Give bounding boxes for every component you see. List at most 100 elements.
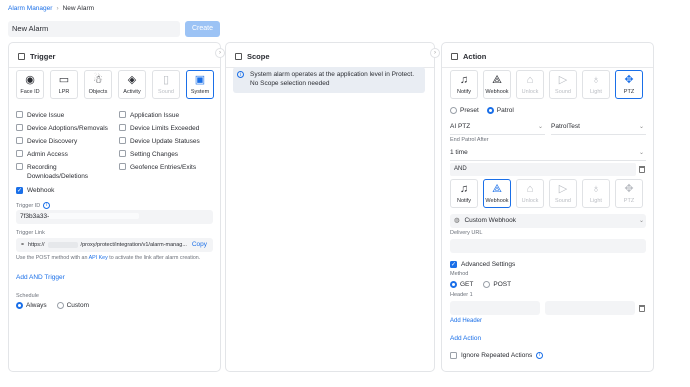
divider <box>442 67 653 68</box>
preset-label: Preset <box>460 107 479 114</box>
method-post-radio[interactable]: POST <box>483 281 511 288</box>
ignore-repeated-checkbox[interactable]: Ignore Repeated Actions i <box>450 352 544 359</box>
radio-icon <box>56 302 64 309</box>
option-label: Device Adoptions/Removals <box>27 125 108 132</box>
tile-lpr[interactable]: ▭ LPR <box>50 70 78 99</box>
tile-webhook[interactable]: ⟁ Webhook <box>483 70 511 99</box>
option-geofence-entries-exits[interactable]: Geofence Entries/Exits <box>119 163 214 172</box>
tile-sound: ▷ Sound <box>549 179 577 208</box>
create-button[interactable]: Create <box>185 21 220 37</box>
copy-button[interactable]: Copy <box>192 238 207 252</box>
checkbox-icon <box>16 137 23 144</box>
patrol-radio[interactable]: Patrol <box>486 107 514 114</box>
and-connector: AND <box>450 163 636 176</box>
trigger-icon <box>18 53 25 60</box>
webhook-icon: ⟁ <box>492 183 502 195</box>
chevron-down-icon: ⌄ <box>638 218 644 224</box>
option-device-limits-exceeded[interactable]: Device Limits Exceeded <box>119 124 214 133</box>
method-get-radio[interactable]: GET <box>450 281 473 288</box>
camera-select[interactable]: AI PTZ ⌄ <box>450 120 545 135</box>
action-header: Action <box>451 52 486 61</box>
trigger-id-field[interactable]: 7f3b3a33- <box>16 210 213 224</box>
tile-label: Face ID <box>20 89 40 95</box>
tile-webhook[interactable]: ⟁ Webhook <box>483 179 511 208</box>
tile-system[interactable]: ▣ System <box>186 70 214 99</box>
option-label: Setting Changes <box>130 151 179 158</box>
tile-face-id[interactable]: ◉ Face ID <box>16 70 44 99</box>
option-setting-changes[interactable]: Setting Changes <box>119 150 214 159</box>
option-admin-access[interactable]: Admin Access <box>16 150 111 159</box>
tile-notify[interactable]: ♫ Notify <box>450 179 478 208</box>
license-plate-icon: ▭ <box>58 74 70 86</box>
header-key-input[interactable] <box>450 301 540 315</box>
tile-sound: ▯ Sound <box>152 70 180 99</box>
schedule-always-radio[interactable]: Always <box>16 302 47 309</box>
scope-title: Scope <box>247 52 270 61</box>
schedule-radio-group: Always Custom <box>16 302 89 309</box>
alarm-name-input[interactable]: New Alarm <box>8 21 180 37</box>
trigger-link-field: ⚭ https:// /proxy/protect/integration/v1… <box>16 238 213 252</box>
collapse-scope-icon[interactable]: › <box>430 48 440 58</box>
tile-label: Notify <box>456 198 472 204</box>
method-label: Method <box>450 271 469 277</box>
add-action-link[interactable]: Add Action <box>450 335 481 342</box>
schedule-custom-label: Custom <box>66 302 89 309</box>
info-icon[interactable]: i <box>536 352 544 359</box>
tile-label: PTZ <box>623 198 635 204</box>
tile-objects[interactable]: ☃ Objects <box>84 70 112 99</box>
scope-info-text: System alarm operates at the application… <box>250 71 415 87</box>
info-icon[interactable]: i <box>43 202 51 209</box>
webhook-checkbox[interactable]: ✓ Webhook <box>16 187 54 194</box>
scope-info-box: i System alarm operates at the applicati… <box>233 67 425 93</box>
tile-unlock: ⌂ Unlock <box>516 70 544 99</box>
tile-notify[interactable]: ♫ Notify <box>450 70 478 99</box>
trash-icon[interactable] <box>639 166 645 173</box>
patrol-select[interactable]: PatrolTest ⌄ <box>551 120 646 135</box>
option-device-discovery[interactable]: Device Discovery <box>16 137 111 146</box>
speaker-icon: ▷ <box>558 183 568 195</box>
checkbox-icon <box>16 163 23 170</box>
chevron-down-icon: ⌄ <box>638 150 644 156</box>
ignore-repeated-label: Ignore Repeated Actions <box>461 352 533 359</box>
tile-ptz[interactable]: ✥ PTZ <box>615 70 643 99</box>
bell-icon: ♫ <box>459 183 469 195</box>
api-key-link[interactable]: API Key <box>89 255 108 261</box>
ptz-icon: ✥ <box>624 183 634 195</box>
collapse-trigger-icon[interactable]: › <box>215 48 225 58</box>
delivery-url-input[interactable] <box>450 239 646 253</box>
tile-label: Activity <box>123 89 141 95</box>
delivery-url-label: Delivery URL <box>450 230 483 236</box>
trigger-panel: Trigger ◉ Face ID ▭ LPR ☃ Objects ◈ Activity ▯ So… <box>8 42 221 372</box>
redacted-host <box>47 242 78 248</box>
option-device-issue[interactable]: Device Issue <box>16 111 111 120</box>
schedule-custom-radio[interactable]: Custom <box>56 302 89 309</box>
radio-icon <box>483 281 491 288</box>
scope-icon <box>235 53 242 60</box>
end-patrol-select[interactable]: 1 time ⌄ <box>450 146 646 161</box>
breadcrumb-separator: › <box>56 5 59 12</box>
breadcrumb-alarm-manager-link[interactable]: Alarm Manager <box>8 5 52 12</box>
tile-ptz: ✥ PTZ <box>615 179 643 208</box>
option-application-issue[interactable]: Application Issue <box>119 111 214 120</box>
checkbox-icon <box>119 111 126 118</box>
trash-icon[interactable] <box>639 305 645 312</box>
add-header-link[interactable]: Add Header <box>450 318 482 324</box>
header-value-input[interactable] <box>545 301 635 315</box>
ptz-icon: ✥ <box>624 74 634 86</box>
add-and-trigger-link[interactable]: Add AND Trigger <box>16 274 65 281</box>
sound-icon: ▯ <box>162 74 170 86</box>
option-device-adoptions-removals[interactable]: Device Adoptions/Removals <box>16 124 111 133</box>
option-recording-downloads-deletions[interactable]: Recording Downloads/Deletions <box>16 163 111 181</box>
tile-label: LPR <box>58 89 70 95</box>
patrol-label: Patrol <box>496 107 514 114</box>
radio-icon <box>450 107 457 114</box>
webhook-type-select[interactable]: ◍ Custom Webhook ⌄ <box>450 214 646 228</box>
preset-radio[interactable]: Preset <box>450 107 479 114</box>
checkbox-icon <box>16 124 23 131</box>
bell-icon: ♫ <box>459 74 469 86</box>
tile-activity[interactable]: ◈ Activity <box>118 70 146 99</box>
tile-label: System <box>190 89 210 95</box>
option-device-update-statuses[interactable]: Device Update Statuses <box>119 137 214 146</box>
tile-unlock: ⌂ Unlock <box>516 179 544 208</box>
advanced-settings-checkbox[interactable]: ✓ Advanced Settings <box>450 261 515 268</box>
